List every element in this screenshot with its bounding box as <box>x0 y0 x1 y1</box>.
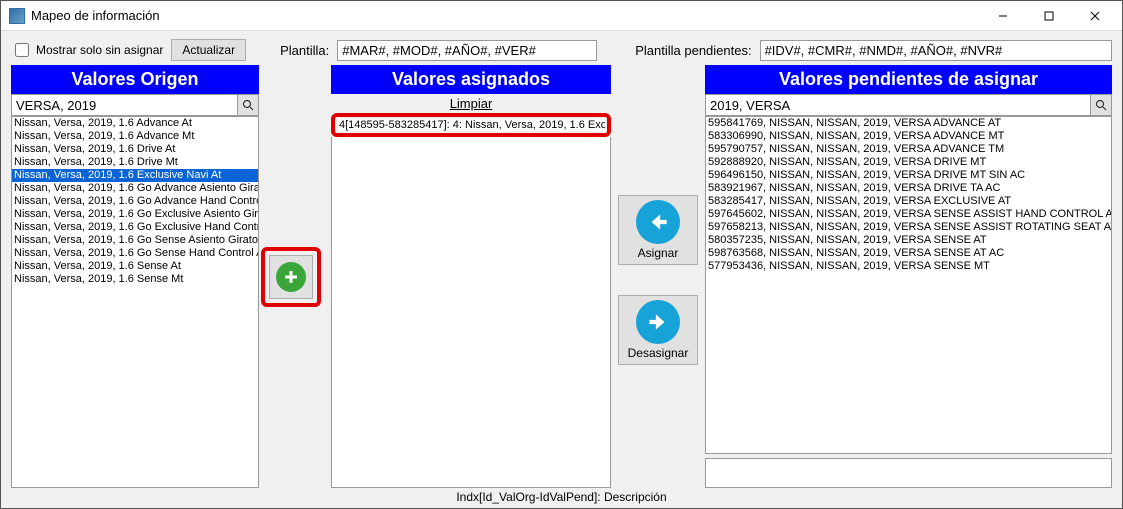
pending-item[interactable]: 580357235, NISSAN, NISSAN, 2019, VERSA S… <box>706 234 1111 247</box>
origin-item[interactable]: Nissan, Versa, 2019, 1.6 Advance Mt <box>12 130 258 143</box>
assigned-item[interactable]: 4[148595-583285417]: 4: Nissan, Versa, 2… <box>337 119 605 131</box>
pending-item[interactable]: 577953436, NISSAN, NISSAN, 2019, VERSA S… <box>706 260 1111 273</box>
minimize-icon <box>998 11 1008 21</box>
pending-item[interactable]: 583921967, NISSAN, NISSAN, 2019, VERSA D… <box>706 182 1111 195</box>
unassign-button[interactable]: Desasignar <box>618 295 698 365</box>
template-label: Plantilla: <box>280 43 329 58</box>
template-input[interactable] <box>337 40 597 61</box>
show-unassigned-label: Mostrar solo sin asignar <box>36 43 163 57</box>
origin-item[interactable]: Nissan, Versa, 2019, 1.6 Sense Mt <box>12 273 258 286</box>
app-window: Mapeo de información Mostrar solo sin as… <box>0 0 1123 509</box>
pending-listbox[interactable]: 595841769, NISSAN, NISSAN, 2019, VERSA A… <box>705 116 1112 454</box>
add-button[interactable] <box>269 255 313 299</box>
assign-button[interactable]: Asignar <box>618 195 698 265</box>
assigned-column: Valores asignados Limpiar 4[148595-58328… <box>331 65 611 488</box>
close-icon <box>1090 11 1100 21</box>
pending-column: Valores pendientes de asignar 595841769,… <box>705 65 1112 488</box>
origin-item[interactable]: Nissan, Versa, 2019, 1.6 Sense At <box>12 260 258 273</box>
origin-item[interactable]: Nissan, Versa, 2019, 1.6 Advance At <box>12 117 258 130</box>
arrow-right-icon <box>636 300 680 344</box>
origin-search-row <box>11 94 259 116</box>
footer-hint: Indx[Id_ValOrg-IdValPend]: Descripción <box>1 488 1122 508</box>
maximize-icon <box>1044 11 1054 21</box>
show-unassigned-checkbox[interactable] <box>15 43 29 57</box>
minimize-button[interactable] <box>980 2 1026 30</box>
pending-header: Valores pendientes de asignar <box>705 65 1112 94</box>
origin-header: Valores Origen <box>11 65 259 94</box>
window-title: Mapeo de información <box>31 8 980 23</box>
toolbar: Mostrar solo sin asignar Actualizar Plan… <box>1 31 1122 63</box>
origin-item[interactable]: Nissan, Versa, 2019, 1.6 Go Sense Asient… <box>12 234 258 247</box>
search-icon <box>242 99 254 111</box>
origin-item[interactable]: Nissan, Versa, 2019, 1.6 Drive Mt <box>12 156 258 169</box>
pending-template-input[interactable] <box>760 40 1112 61</box>
pending-search-row <box>705 94 1112 116</box>
add-button-highlight <box>261 247 321 307</box>
origin-item[interactable]: Nissan, Versa, 2019, 1.6 Drive At <box>12 143 258 156</box>
arrow-left-icon <box>636 200 680 244</box>
origin-item[interactable]: Nissan, Versa, 2019, 1.6 Go Advance Hand… <box>12 195 258 208</box>
action-buttons-column: Asignar Desasignar <box>613 65 703 488</box>
title-bar: Mapeo de información <box>1 1 1122 31</box>
window-controls <box>980 2 1118 30</box>
assigned-listbox[interactable] <box>331 137 611 488</box>
pending-item[interactable]: 598763568, NISSAN, NISSAN, 2019, VERSA S… <box>706 247 1111 260</box>
origin-column: Valores Origen Nissan, Versa, 2019, 1.6 … <box>11 65 259 488</box>
clear-link[interactable]: Limpiar <box>331 94 611 111</box>
origin-search-button[interactable] <box>237 94 259 116</box>
pending-item[interactable]: 595790757, NISSAN, NISSAN, 2019, VERSA A… <box>706 143 1111 156</box>
show-unassigned-checkbox-wrap[interactable]: Mostrar solo sin asignar <box>11 40 163 60</box>
pending-template-label: Plantilla pendientes: <box>635 43 751 58</box>
pending-item[interactable]: 592888920, NISSAN, NISSAN, 2019, VERSA D… <box>706 156 1111 169</box>
add-column <box>261 65 321 488</box>
origin-listbox[interactable]: Nissan, Versa, 2019, 1.6 Advance AtNissa… <box>11 116 259 488</box>
pending-item[interactable]: 595841769, NISSAN, NISSAN, 2019, VERSA A… <box>706 117 1111 130</box>
pending-item[interactable]: 597658213, NISSAN, NISSAN, 2019, VERSA S… <box>706 221 1111 234</box>
close-button[interactable] <box>1072 2 1118 30</box>
unassign-label: Desasignar <box>628 346 689 360</box>
pending-search-button[interactable] <box>1090 94 1112 116</box>
pending-item[interactable]: 583285417, NISSAN, NISSAN, 2019, VERSA E… <box>706 195 1111 208</box>
origin-search-input[interactable] <box>11 94 237 116</box>
origin-item[interactable]: Nissan, Versa, 2019, 1.6 Exclusive Navi … <box>12 169 258 182</box>
main-area: Valores Origen Nissan, Versa, 2019, 1.6 … <box>1 63 1122 488</box>
update-button[interactable]: Actualizar <box>171 39 246 61</box>
assigned-header: Valores asignados <box>331 65 611 94</box>
pending-item[interactable]: 597645602, NISSAN, NISSAN, 2019, VERSA S… <box>706 208 1111 221</box>
app-icon <box>9 8 25 24</box>
plus-icon <box>276 262 306 292</box>
origin-item[interactable]: Nissan, Versa, 2019, 1.6 Go Exclusive Ha… <box>12 221 258 234</box>
assigned-highlight: 4[148595-583285417]: 4: Nissan, Versa, 2… <box>331 113 611 137</box>
pending-item[interactable]: 583306990, NISSAN, NISSAN, 2019, VERSA A… <box>706 130 1111 143</box>
pending-item[interactable]: 596496150, NISSAN, NISSAN, 2019, VERSA D… <box>706 169 1111 182</box>
assign-label: Asignar <box>638 246 679 260</box>
pending-search-input[interactable] <box>705 94 1090 116</box>
search-icon <box>1095 99 1107 111</box>
origin-item[interactable]: Nissan, Versa, 2019, 1.6 Go Sense Hand C… <box>12 247 258 260</box>
pending-detail-box[interactable] <box>705 458 1112 488</box>
origin-item[interactable]: Nissan, Versa, 2019, 1.6 Go Exclusive As… <box>12 208 258 221</box>
maximize-button[interactable] <box>1026 2 1072 30</box>
origin-item[interactable]: Nissan, Versa, 2019, 1.6 Go Advance Asie… <box>12 182 258 195</box>
